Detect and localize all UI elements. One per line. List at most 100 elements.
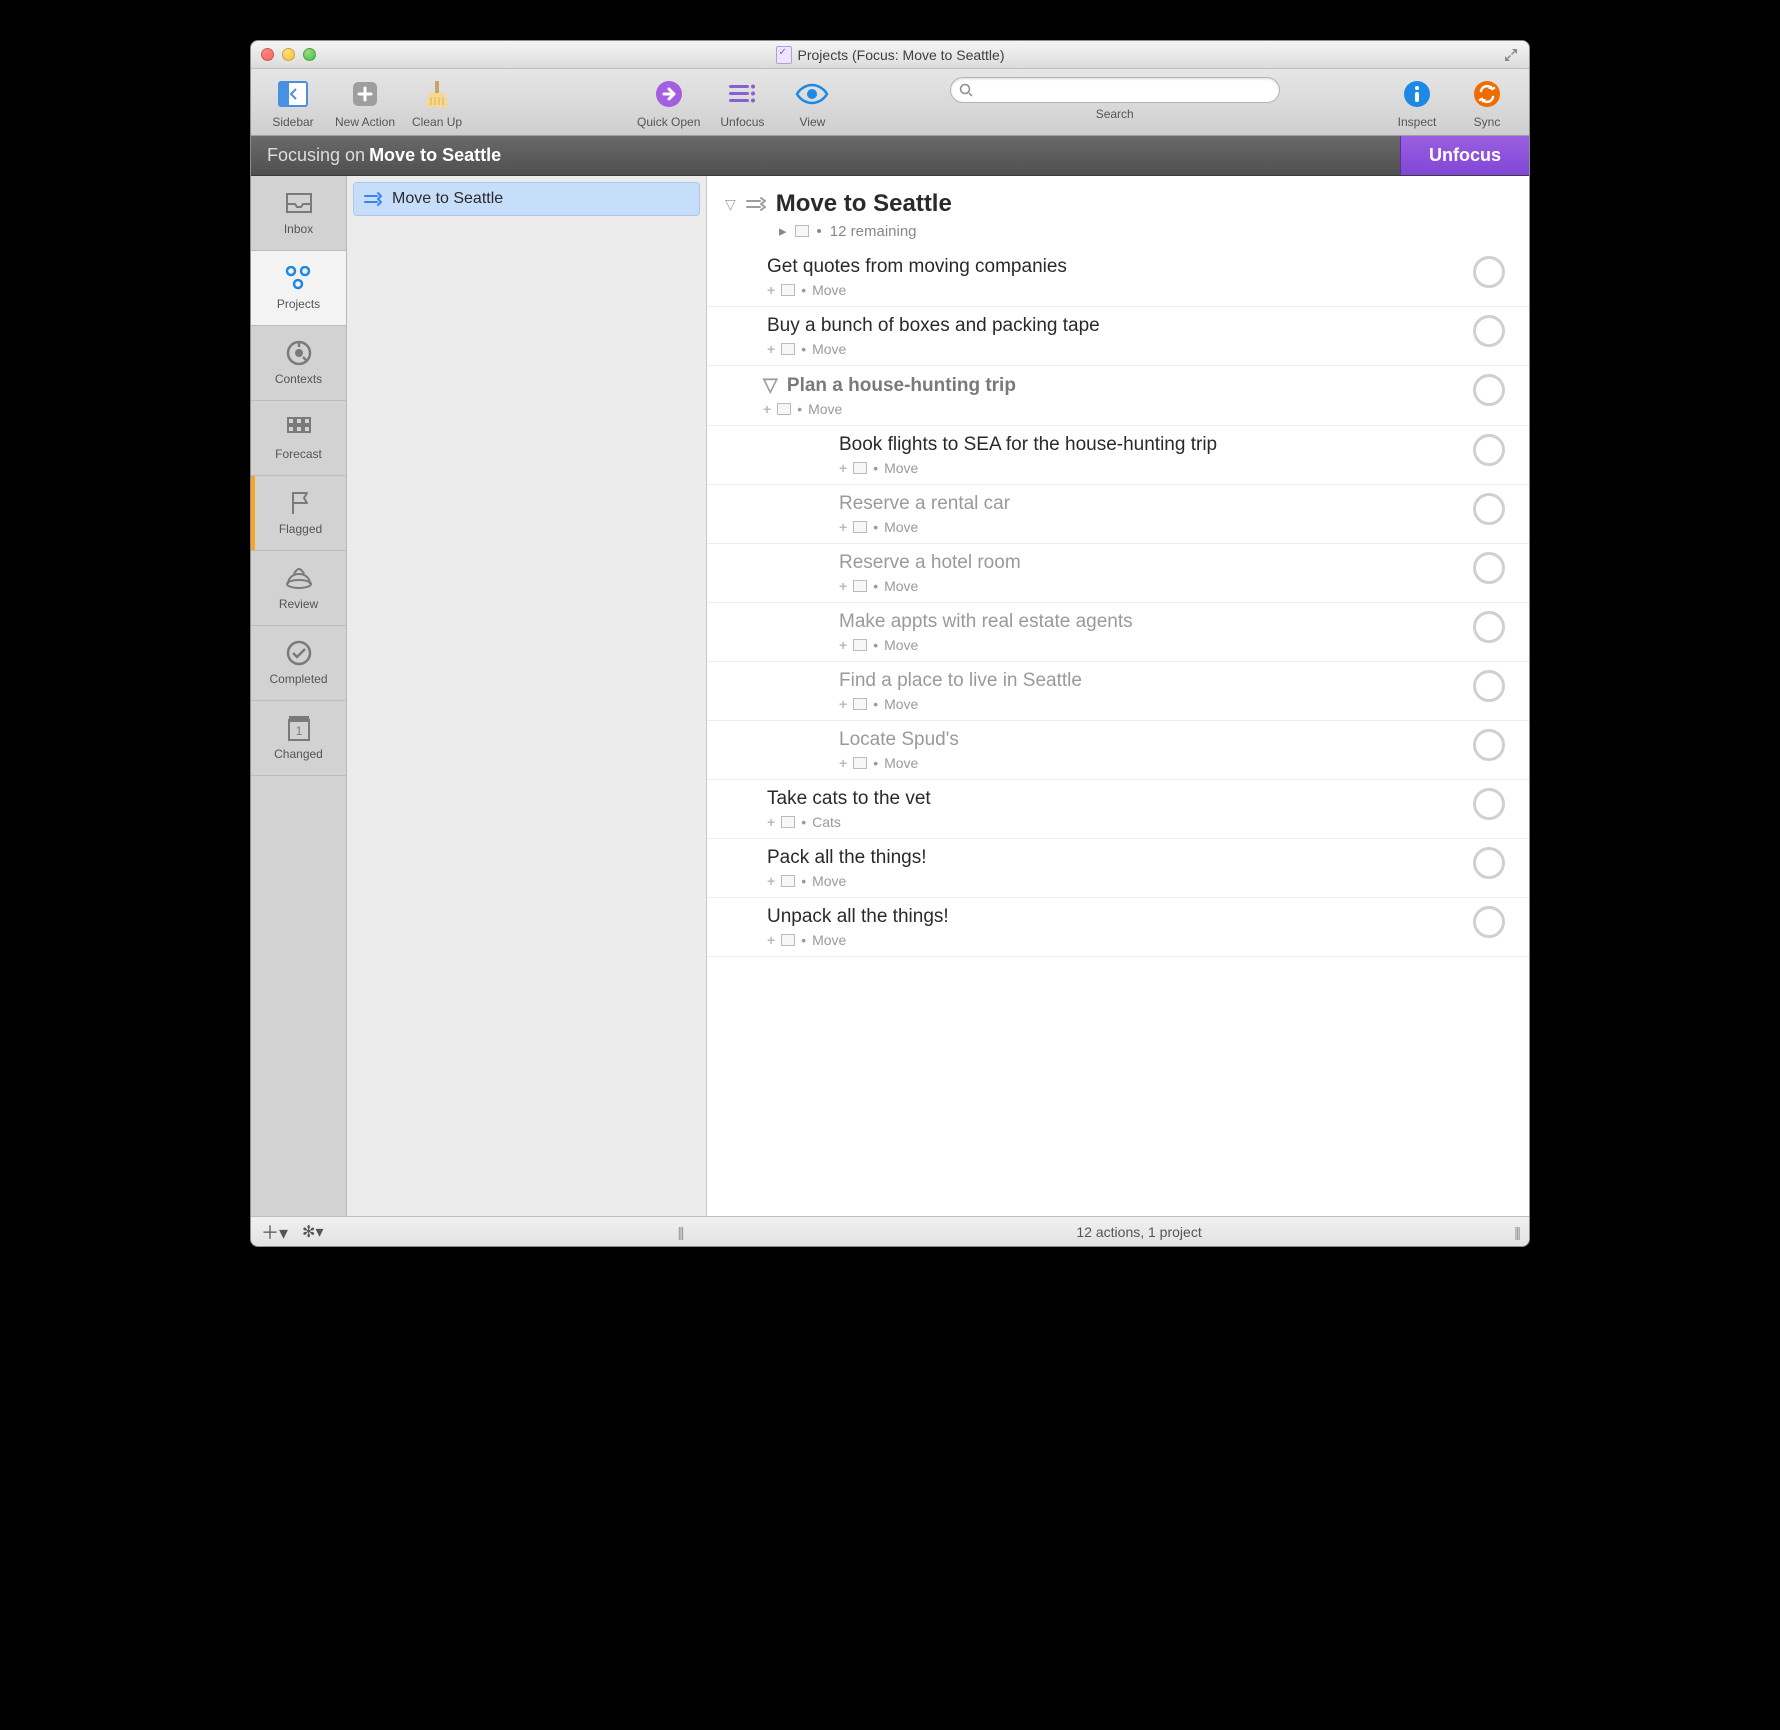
task-checkbox[interactable]	[1473, 611, 1505, 643]
add-note-icon[interactable]: +	[763, 401, 771, 417]
focus-bar: Focusing on Move to Seattle Unfocus	[251, 136, 1529, 176]
add-note-icon[interactable]: +	[767, 932, 775, 948]
app-window: Projects (Focus: Move to Seattle) Sideba…	[250, 40, 1530, 1247]
task-context[interactable]: Move	[884, 519, 918, 535]
note-icon[interactable]	[781, 284, 795, 296]
add-note-icon[interactable]: +	[839, 637, 847, 653]
add-note-icon[interactable]: +	[767, 341, 775, 357]
task-context[interactable]: Move	[812, 873, 846, 889]
unfocus-button[interactable]: Unfocus	[1400, 136, 1529, 175]
note-icon[interactable]	[853, 757, 867, 769]
note-icon[interactable]	[853, 462, 867, 474]
task-row[interactable]: Make appts with real estate agents+•Move	[707, 603, 1529, 662]
perspective-projects[interactable]: Projects	[251, 251, 346, 326]
task-row[interactable]: Book flights to SEA for the house-huntin…	[707, 426, 1529, 485]
search-field[interactable]	[950, 77, 1280, 103]
task-context[interactable]: Move	[884, 755, 918, 771]
task-row[interactable]: Pack all the things!+•Move	[707, 839, 1529, 898]
task-context[interactable]: Move	[884, 637, 918, 653]
task-checkbox[interactable]	[1473, 788, 1505, 820]
task-context[interactable]: Move	[812, 932, 846, 948]
task-row[interactable]: Take cats to the vet+•Cats	[707, 780, 1529, 839]
task-row[interactable]: Locate Spud's+•Move	[707, 721, 1529, 780]
task-row[interactable]: Get quotes from moving companies+•Move	[707, 248, 1529, 307]
add-note-icon[interactable]: +	[839, 578, 847, 594]
inspect-button[interactable]: Inspect	[1389, 77, 1445, 129]
add-note-icon[interactable]: +	[839, 519, 847, 535]
note-icon[interactable]	[781, 875, 795, 887]
note-icon[interactable]	[777, 403, 791, 415]
document-icon	[776, 46, 792, 64]
note-icon[interactable]	[853, 698, 867, 710]
task-checkbox[interactable]	[1473, 315, 1505, 347]
clean-up-button[interactable]: Clean Up	[409, 77, 465, 129]
note-icon[interactable]	[781, 343, 795, 355]
search-input[interactable]	[979, 83, 1271, 98]
perspective-completed[interactable]: Completed	[251, 626, 346, 701]
perspective-changed[interactable]: 1 Changed	[251, 701, 346, 776]
add-menu-button[interactable]: ＋▾	[261, 1219, 288, 1245]
perspective-review[interactable]: Review	[251, 551, 346, 626]
task-row[interactable]: Buy a bunch of boxes and packing tape+•M…	[707, 307, 1529, 366]
gear-menu-button[interactable]: ✻▾	[302, 1222, 323, 1242]
task-context[interactable]: Move	[812, 341, 846, 357]
sync-button[interactable]: Sync	[1459, 77, 1515, 129]
resize-handle-left-icon[interactable]: |||	[677, 1224, 682, 1240]
task-context[interactable]: Move	[884, 578, 918, 594]
task-checkbox[interactable]	[1473, 434, 1505, 466]
minimize-window-button[interactable]	[282, 48, 295, 61]
task-checkbox[interactable]	[1473, 729, 1505, 761]
unfocus-toolbar-button[interactable]: Unfocus	[714, 77, 770, 129]
sidebar-project-selected[interactable]: Move to Seattle	[353, 182, 700, 216]
task-context[interactable]: Move	[812, 282, 846, 298]
add-note-icon[interactable]: +	[839, 696, 847, 712]
sidebar-button[interactable]: Sidebar	[265, 77, 321, 129]
perspective-inbox[interactable]: Inbox	[251, 176, 346, 251]
task-title: Reserve a rental car	[839, 493, 1463, 515]
task-checkbox[interactable]	[1473, 847, 1505, 879]
task-context[interactable]: Move	[884, 460, 918, 476]
note-icon[interactable]	[853, 580, 867, 592]
disclosure-triangle-icon[interactable]: ▽	[763, 375, 783, 396]
task-row[interactable]: ▽ Plan a house-hunting trip+•Move	[707, 366, 1529, 426]
fullscreen-button[interactable]	[1503, 47, 1519, 63]
task-row[interactable]: Reserve a rental car+•Move	[707, 485, 1529, 544]
add-note-icon[interactable]: +	[767, 814, 775, 830]
note-icon[interactable]	[781, 934, 795, 946]
task-context[interactable]: Cats	[812, 814, 841, 830]
task-checkbox[interactable]	[1473, 552, 1505, 584]
note-icon[interactable]	[781, 816, 795, 828]
task-context[interactable]: Move	[884, 696, 918, 712]
quick-open-button[interactable]: Quick Open	[637, 77, 700, 129]
zoom-window-button[interactable]	[303, 48, 316, 61]
task-row[interactable]: Unpack all the things!+•Move	[707, 898, 1529, 957]
new-action-button[interactable]: New Action	[335, 77, 395, 129]
view-button[interactable]: View	[784, 77, 840, 129]
close-window-button[interactable]	[261, 48, 274, 61]
changed-icon: 1	[284, 715, 314, 741]
task-checkbox[interactable]	[1473, 670, 1505, 702]
perspective-contexts[interactable]: Contexts	[251, 326, 346, 401]
outline-project-title[interactable]: Move to Seattle	[776, 190, 952, 218]
add-note-icon[interactable]: +	[839, 460, 847, 476]
add-note-icon[interactable]: +	[767, 282, 775, 298]
note-icon[interactable]	[853, 521, 867, 533]
perspective-forecast[interactable]: Forecast	[251, 401, 346, 476]
task-row[interactable]: Reserve a hotel room+•Move	[707, 544, 1529, 603]
task-context[interactable]: Move	[808, 401, 842, 417]
disclosure-triangle-icon[interactable]: ▽	[725, 196, 736, 213]
task-checkbox[interactable]	[1473, 493, 1505, 525]
resize-handle-right-icon[interactable]: |||	[1514, 1224, 1519, 1240]
title-bar: Projects (Focus: Move to Seattle)	[251, 41, 1529, 69]
task-checkbox[interactable]	[1473, 256, 1505, 288]
perspective-flagged[interactable]: Flagged	[251, 476, 346, 551]
svg-text:1: 1	[295, 724, 302, 738]
task-checkbox[interactable]	[1473, 374, 1505, 406]
note-icon[interactable]	[795, 225, 809, 237]
expand-arrow-icon[interactable]: ▸	[779, 222, 787, 240]
add-note-icon[interactable]: +	[839, 755, 847, 771]
task-row[interactable]: Find a place to live in Seattle+•Move	[707, 662, 1529, 721]
note-icon[interactable]	[853, 639, 867, 651]
task-checkbox[interactable]	[1473, 906, 1505, 938]
add-note-icon[interactable]: +	[767, 873, 775, 889]
